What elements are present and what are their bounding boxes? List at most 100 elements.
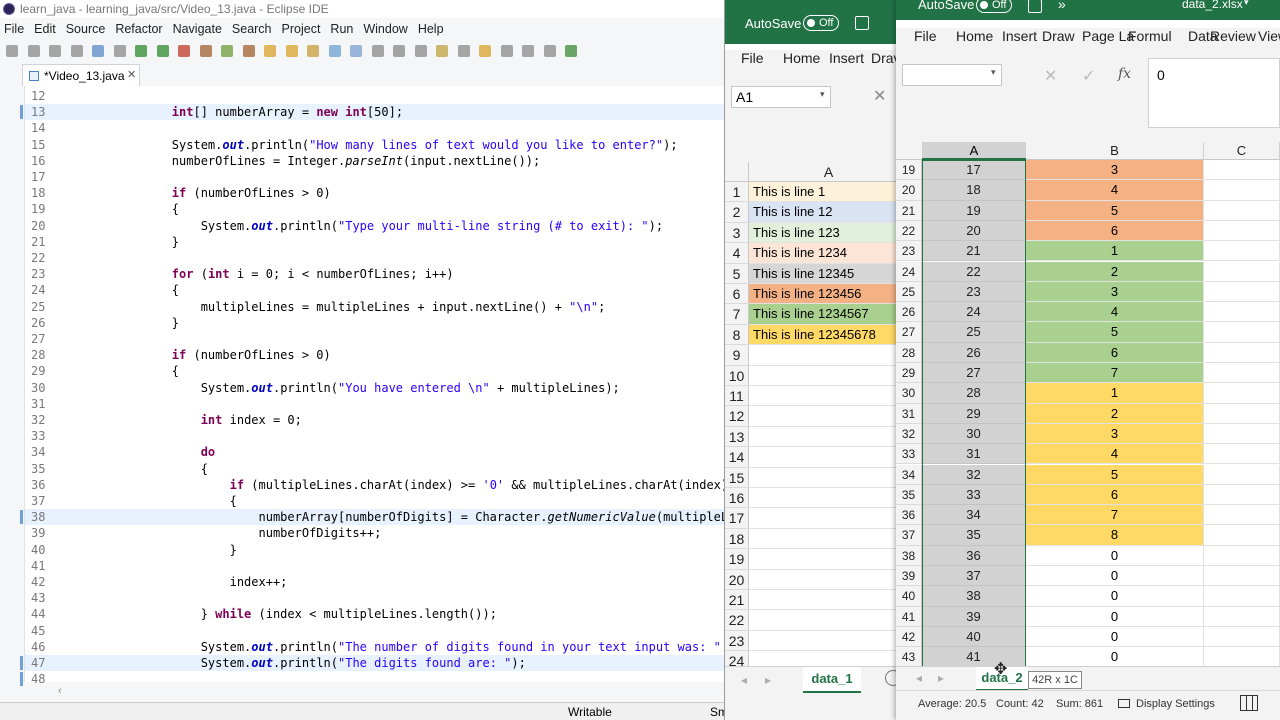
column-header-a[interactable]: A xyxy=(922,142,1026,160)
toolbar-button-icon[interactable] xyxy=(264,45,276,57)
cell-c[interactable] xyxy=(1204,444,1280,465)
cell-b[interactable]: 4 xyxy=(1026,180,1204,201)
row-header[interactable]: 22 xyxy=(725,610,749,631)
cell-a[interactable]: 36 xyxy=(922,545,1026,566)
sheet-next-icon[interactable]: ▸ xyxy=(938,671,944,685)
toolbar-button-icon[interactable] xyxy=(221,45,233,57)
toolbar-button-icon[interactable] xyxy=(328,45,341,57)
cell-a[interactable]: 22 xyxy=(922,261,1026,282)
toolbar-button-icon[interactable] xyxy=(479,45,491,57)
cell-b[interactable]: 1 xyxy=(1026,383,1204,404)
name-box[interactable]: A1 ▾ xyxy=(731,86,831,108)
cell-b[interactable]: 3 xyxy=(1026,160,1204,181)
row-header[interactable]: 27 xyxy=(896,322,922,343)
row-header[interactable]: 20 xyxy=(725,569,749,590)
cell-c[interactable] xyxy=(1204,566,1280,587)
row-header[interactable]: 36 xyxy=(896,505,922,526)
cell-a[interactable] xyxy=(749,406,898,427)
row-header[interactable]: 11 xyxy=(725,386,749,407)
cell-a[interactable]: This is line 12 xyxy=(749,202,898,223)
cell-b[interactable]: 2 xyxy=(1026,261,1204,282)
tab-file[interactable]: File xyxy=(914,28,937,44)
cell-a[interactable]: 35 xyxy=(922,525,1026,546)
row-header[interactable]: 10 xyxy=(725,365,749,386)
toolbar-button-icon[interactable] xyxy=(414,45,427,57)
cell-a[interactable]: 21 xyxy=(922,241,1026,262)
cell-a[interactable] xyxy=(749,447,898,468)
row-header[interactable]: 14 xyxy=(725,447,749,468)
row-header[interactable]: 5 xyxy=(725,263,749,284)
autosave-toggle[interactable]: Off xyxy=(803,15,839,31)
row-header[interactable]: 6 xyxy=(725,284,749,305)
row-header[interactable]: 12 xyxy=(725,406,749,427)
cell-c[interactable] xyxy=(1204,545,1280,566)
cell-a[interactable]: 31 xyxy=(922,444,1026,465)
menu-file[interactable]: File xyxy=(4,22,24,36)
cell-b[interactable]: 7 xyxy=(1026,505,1204,526)
cell-a[interactable]: 23 xyxy=(922,281,1026,303)
cell-c[interactable] xyxy=(1204,484,1280,506)
cell-b[interactable]: 4 xyxy=(1026,444,1204,465)
tab-view[interactable]: View xyxy=(1258,28,1280,44)
column-header-c[interactable]: C xyxy=(1204,142,1280,160)
sheet-tab-data-1[interactable]: data_1 xyxy=(803,667,861,693)
row-header[interactable]: 4 xyxy=(725,243,749,264)
toolbar-button-icon[interactable] xyxy=(199,45,212,57)
row-header[interactable]: 13 xyxy=(725,426,749,448)
menu-refactor[interactable]: Refactor xyxy=(115,22,162,36)
toolbar-button-icon[interactable] xyxy=(49,45,61,57)
toolbar-button-icon[interactable] xyxy=(156,45,169,57)
cell-a[interactable]: 25 xyxy=(922,322,1026,343)
cell-c[interactable] xyxy=(1204,241,1280,262)
cell-a[interactable]: 24 xyxy=(922,302,1026,323)
cell-b[interactable]: 0 xyxy=(1026,647,1204,668)
row-header[interactable]: 29 xyxy=(896,363,922,384)
menu-window[interactable]: Window xyxy=(363,22,407,36)
save-icon[interactable] xyxy=(855,16,869,30)
normal-view-icon[interactable] xyxy=(1240,695,1258,711)
row-header[interactable]: 21 xyxy=(896,200,922,221)
toolbar-button-icon[interactable] xyxy=(350,45,362,57)
cell-b[interactable]: 3 xyxy=(1026,423,1204,445)
column-header-a[interactable]: A xyxy=(749,162,898,182)
cell-c[interactable] xyxy=(1204,363,1280,384)
toolbar-button-icon[interactable] xyxy=(393,45,405,57)
toolbar-button-icon[interactable] xyxy=(6,45,18,57)
row-header[interactable]: 21 xyxy=(725,590,749,611)
cell-a[interactable] xyxy=(749,529,898,550)
row-header[interactable]: 39 xyxy=(896,566,922,587)
menu-edit[interactable]: Edit xyxy=(34,22,56,36)
cell-b[interactable]: 6 xyxy=(1026,484,1204,506)
menu-search[interactable]: Search xyxy=(232,22,272,36)
row-header[interactable]: 31 xyxy=(896,403,922,424)
toolbar-button-icon[interactable] xyxy=(242,45,255,57)
cell-a[interactable]: This is line 123456 xyxy=(749,284,898,305)
sheet-next-icon[interactable]: ▸ xyxy=(765,673,771,687)
cell-a[interactable]: 30 xyxy=(922,423,1026,445)
cell-c[interactable] xyxy=(1204,261,1280,282)
row-header[interactable]: 1 xyxy=(725,182,749,203)
cell-c[interactable] xyxy=(1204,647,1280,668)
autosave-toggle[interactable]: Off xyxy=(976,0,1012,13)
cell-a[interactable]: This is line 12345678 xyxy=(749,324,898,346)
cell-b[interactable]: 0 xyxy=(1026,545,1204,566)
toolbar-button-icon[interactable] xyxy=(178,45,190,57)
cell-b[interactable]: 0 xyxy=(1026,626,1204,648)
row-header[interactable]: 35 xyxy=(896,484,922,506)
cell-a[interactable]: This is line 1234 xyxy=(749,243,898,264)
tab-home[interactable]: Home xyxy=(783,50,820,66)
cell-c[interactable] xyxy=(1204,383,1280,404)
cell-a[interactable]: 28 xyxy=(922,383,1026,404)
tab-page-la[interactable]: Page La xyxy=(1082,28,1134,44)
cell-c[interactable] xyxy=(1204,220,1280,242)
row-header[interactable]: 16 xyxy=(725,488,749,509)
cell-a[interactable] xyxy=(749,386,898,407)
row-header[interactable]: 42 xyxy=(896,626,922,648)
cell-a[interactable] xyxy=(749,488,898,509)
tab-draw[interactable]: Draw xyxy=(1042,28,1075,44)
scroll-left-icon[interactable]: ‹ xyxy=(58,685,62,697)
row-header[interactable]: 19 xyxy=(725,549,749,570)
row-header[interactable]: 38 xyxy=(896,545,922,566)
enter-icon[interactable]: ✓ xyxy=(1082,66,1095,86)
cell-c[interactable] xyxy=(1204,281,1280,303)
